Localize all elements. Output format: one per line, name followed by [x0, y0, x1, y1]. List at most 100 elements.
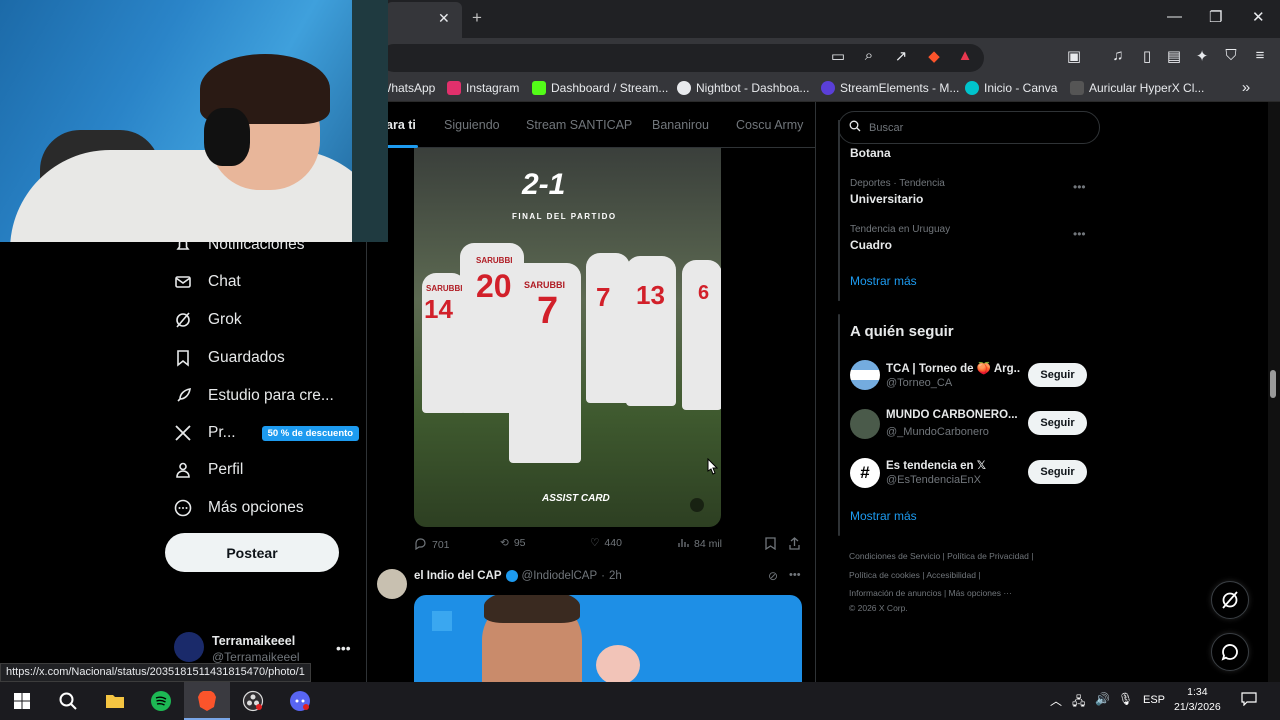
bookmark-nightbot[interactable]: Nightbot - Dashboa...	[677, 81, 809, 95]
volume-icon[interactable]: 🔊	[1095, 692, 1110, 706]
search-input[interactable]: Buscar	[838, 111, 1100, 144]
reader-icon[interactable]: ▣	[1064, 47, 1084, 65]
file-explorer-icon[interactable]	[103, 689, 127, 713]
player-name: SARUBBI	[524, 280, 566, 290]
follow-name[interactable]: MUNDO CARBONERO...	[886, 409, 1020, 421]
reply-button[interactable]: 701	[414, 537, 450, 553]
sidebar-item-premium[interactable]: Pr... 50 % de descuento	[174, 424, 360, 442]
avatar[interactable]	[850, 409, 880, 439]
player-number: 14	[424, 294, 453, 324]
share-button[interactable]	[789, 537, 800, 553]
vpn-icon[interactable]: ⛉	[1221, 47, 1241, 64]
sidebar-item-creator-studio[interactable]: Estudio para cre...	[174, 387, 334, 405]
share-icon[interactable]: ↗	[891, 47, 911, 65]
discord-icon[interactable]	[288, 689, 312, 713]
bookmark-canva[interactable]: Inicio - Canva	[965, 81, 1057, 95]
spotify-icon[interactable]	[149, 689, 173, 713]
decorative-square	[432, 611, 452, 631]
author-name[interactable]: el Indio del CAP	[414, 570, 502, 582]
follow-name[interactable]: TCA | Torneo de 🍑 Arg...	[886, 361, 1020, 375]
microphone-icon[interactable]: 🎙	[1118, 692, 1133, 706]
minimize-icon[interactable]: —	[1167, 8, 1182, 25]
grok-icon	[174, 311, 192, 329]
trend-more-icon[interactable]: •••	[1073, 227, 1086, 241]
bookmark-streamelements[interactable]: StreamElements - M...	[821, 81, 959, 95]
wallet-icon[interactable]: ▤	[1164, 47, 1184, 65]
windows-start-icon[interactable]	[10, 689, 34, 713]
zoom-icon[interactable]: ⌕	[859, 47, 879, 64]
network-icon[interactable]: 🖧	[1072, 692, 1085, 713]
bookmark-whatsapp[interactable]: WhatsApp	[380, 81, 435, 95]
post-photo[interactable]	[414, 595, 802, 682]
close-window-icon[interactable]: ✕	[1252, 8, 1265, 26]
more-bookmarks-icon[interactable]: »	[1236, 79, 1256, 96]
bookmark-button[interactable]	[765, 537, 776, 553]
close-tab-icon[interactable]: ✕	[438, 10, 450, 27]
bookmark-hyperx[interactable]: Auricular HyperX Cl...	[1070, 81, 1204, 95]
post-photo[interactable]: 2-1 FINAL DEL PARTIDO SARUBBI SARUBBI SA…	[414, 148, 721, 527]
trend-name[interactable]: Botana	[850, 146, 891, 160]
show-more-trends-link[interactable]: Mostrar más	[850, 274, 917, 288]
footer-links[interactable]: Condiciones de Servicio | Política de Pr…	[849, 551, 1033, 561]
tweet-more-icon[interactable]: •••	[789, 569, 801, 581]
post-button[interactable]: Postear	[165, 533, 339, 572]
follow-button[interactable]: Seguir	[1028, 460, 1087, 484]
show-hidden-icons[interactable]: ︿	[1050, 692, 1062, 709]
follow-handle: @Torneo_CA	[886, 377, 953, 389]
avatar[interactable]	[377, 569, 407, 599]
bookmark-kick-dashboard[interactable]: Dashboard / Stream...	[532, 81, 668, 95]
tweet-time[interactable]: 2h	[609, 570, 622, 582]
tab-coscu-army[interactable]: Coscu Army	[736, 118, 803, 132]
taskbar-clock[interactable]: 1:34 21/3/2026	[1174, 685, 1221, 715]
copyright: © 2026 X Corp.	[849, 603, 908, 613]
brave-browser-icon[interactable]	[195, 689, 219, 713]
tab-for-you[interactable]: ara ti	[386, 118, 416, 132]
new-tab-icon[interactable]: +	[472, 8, 482, 28]
follow-button[interactable]: Seguir	[1028, 363, 1087, 387]
account-more-icon[interactable]: •••	[336, 640, 351, 656]
follow-button[interactable]: Seguir	[1028, 411, 1087, 435]
sidebar-toggle-icon[interactable]: ▯	[1137, 47, 1157, 65]
obs-icon[interactable]	[241, 689, 265, 713]
author-handle[interactable]: @IndiodelCAP	[522, 570, 598, 582]
like-button[interactable]: ♡ 440	[590, 537, 622, 549]
views-button[interactable]: 84 mil	[678, 537, 722, 551]
maximize-icon[interactable]: ❐	[1209, 8, 1222, 26]
sidebar-item-grok[interactable]: Grok	[174, 311, 242, 329]
browser-tab[interactable]	[386, 2, 462, 38]
language-indicator[interactable]: ESP	[1143, 694, 1165, 706]
grok-icon[interactable]: ⊘	[768, 569, 778, 583]
chat-fab-button[interactable]	[1211, 633, 1249, 671]
brave-rewards-icon[interactable]: ▲	[955, 47, 975, 64]
brave-shields-icon[interactable]: ◆	[924, 47, 944, 65]
notifications-icon[interactable]	[1241, 692, 1257, 709]
hashtag-icon[interactable]: #	[850, 458, 880, 488]
player-name: SARUBBI	[426, 284, 463, 293]
footer-links[interactable]: Política de cookies | Accesibilidad |	[849, 570, 981, 580]
sidebar-item-more-options[interactable]: Más opciones	[174, 499, 304, 517]
avatar[interactable]	[850, 360, 880, 390]
trend-name[interactable]: Cuadro	[850, 238, 892, 252]
footer-links[interactable]: Información de anuncios | Más opciones ·…	[849, 588, 1012, 598]
leo-ai-icon[interactable]: ✦	[1192, 47, 1212, 65]
show-more-follow-link[interactable]: Mostrar más	[850, 509, 917, 523]
tab-following[interactable]: Siguiendo	[444, 118, 500, 132]
follow-name[interactable]: Es tendencia en 𝕏	[886, 458, 1020, 472]
sidebar-item-bookmarks[interactable]: Guardados	[174, 349, 285, 367]
cast-icon[interactable]: ▭	[828, 47, 848, 65]
bookmark-instagram[interactable]: Instagram	[447, 81, 519, 95]
tab-stream-santicap[interactable]: Stream SANTICAP	[526, 118, 632, 132]
grok-image-icon[interactable]	[690, 498, 704, 512]
media-icon[interactable]: ♫	[1108, 47, 1128, 64]
grok-fab-button[interactable]	[1211, 581, 1249, 619]
trend-more-icon[interactable]: •••	[1073, 180, 1086, 194]
sidebar-item-profile[interactable]: Perfil	[174, 461, 243, 479]
scrollbar-thumb[interactable]	[1270, 370, 1276, 398]
search-icon[interactable]	[56, 689, 80, 713]
menu-icon[interactable]: ≡	[1250, 47, 1270, 64]
trend-name[interactable]: Universitario	[850, 192, 923, 206]
sidebar-item-chat[interactable]: Chat	[174, 273, 241, 291]
canva-icon	[965, 81, 979, 95]
repost-button[interactable]: ⟲ 95	[500, 537, 526, 549]
tab-bananirou[interactable]: Bananirou	[652, 118, 709, 132]
